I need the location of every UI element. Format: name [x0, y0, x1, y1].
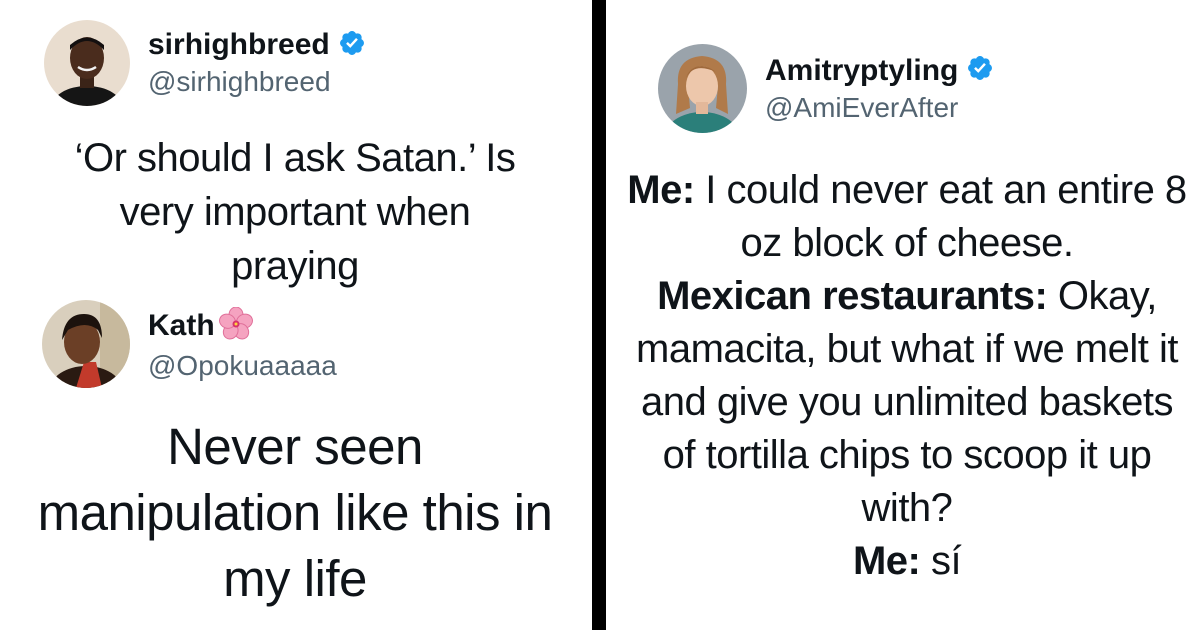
line-text: sí	[920, 539, 962, 583]
tweet-line: Mexican restaurants: Okay, mamacita, but…	[624, 270, 1190, 535]
verified-badge-icon	[966, 54, 994, 87]
avatar[interactable]	[42, 300, 130, 388]
avatar-image	[42, 300, 130, 388]
tweet-header-kath: Kath @Opokuaaaaa	[42, 300, 337, 388]
verified-badge-icon	[338, 29, 366, 62]
display-name[interactable]: Amitryptyling	[765, 54, 958, 88]
tweet-line: Me: I could never eat an entire 8 oz blo…	[624, 164, 1190, 270]
tweet-body-sirhighbreed: ‘Or should I ask Satan.’ Is very importa…	[74, 136, 516, 288]
line-text: I could never eat an entire 8 oz block o…	[694, 168, 1187, 265]
tweet-header-sirhighbreed: sirhighbreed @sirhighbreed	[44, 20, 366, 106]
handle[interactable]: @sirhighbreed	[148, 66, 366, 98]
panel-divider	[592, 0, 606, 630]
tweet-body-amitryptyling: Me: I could never eat an entire 8 oz blo…	[624, 164, 1190, 588]
tweet-header-amitryptyling: Amitryptyling @AmiEverAfter	[658, 44, 994, 133]
avatar[interactable]	[658, 44, 747, 133]
tweet-body-kath: Never seen manipulation like this in my …	[37, 418, 553, 607]
avatar-image	[658, 44, 747, 133]
handle[interactable]: @Opokuaaaaa	[148, 350, 337, 382]
composite-screenshot: sirhighbreed @sirhighbreed ‘Or should I …	[0, 0, 1200, 630]
avatar-image	[44, 20, 130, 106]
display-name[interactable]: sirhighbreed	[148, 28, 330, 62]
speaker-label: Mexican restaurants:	[657, 274, 1048, 318]
speaker-label: Me:	[627, 168, 695, 212]
hibiscus-flower-icon	[218, 306, 253, 346]
speaker-label: Me:	[852, 539, 921, 583]
display-name[interactable]: Kath	[148, 309, 215, 343]
tweet-line: Me: sí	[624, 535, 1190, 588]
avatar[interactable]	[44, 20, 130, 106]
handle[interactable]: @AmiEverAfter	[765, 92, 994, 124]
